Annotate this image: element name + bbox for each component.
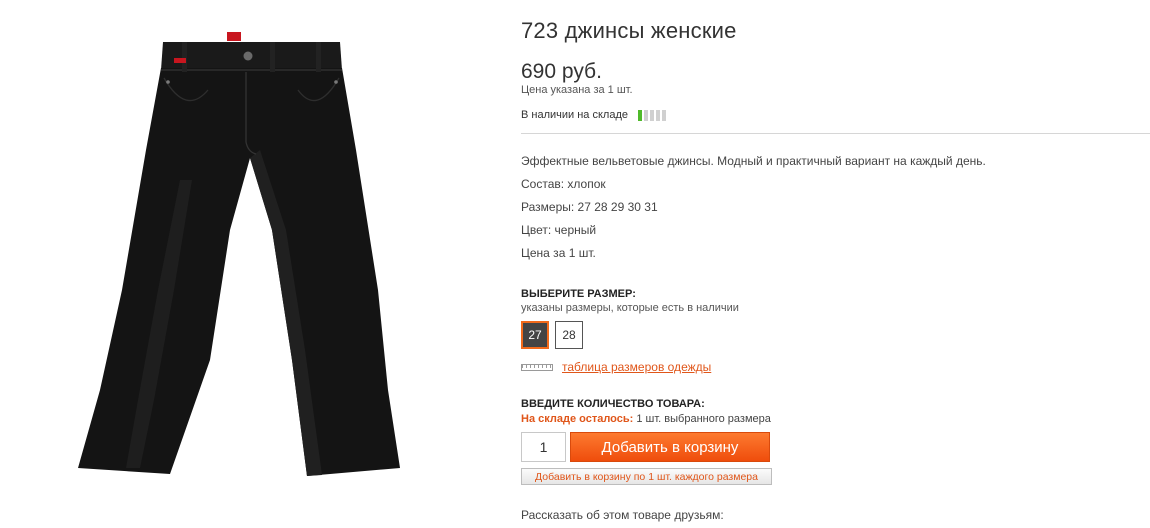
size-option-28[interactable]: 28 bbox=[555, 321, 583, 349]
description-line: Размеры: 27 28 29 30 31 bbox=[521, 200, 658, 214]
quantity-input[interactable] bbox=[521, 432, 566, 462]
description-line: Цвет: черный bbox=[521, 223, 597, 237]
size-chart: таблица размеров одежды bbox=[521, 360, 711, 374]
stock-bar-segment bbox=[637, 109, 642, 121]
size-option-27[interactable]: 27 bbox=[521, 321, 549, 349]
product-image bbox=[78, 32, 400, 476]
size-options: 27 28 bbox=[521, 321, 583, 349]
description-line: Цена за 1 шт. bbox=[521, 246, 596, 260]
stock-left: На складе осталось: 1 шт. выбранного раз… bbox=[521, 413, 771, 425]
stock-bar-segment bbox=[643, 109, 648, 121]
stock-bar-segment bbox=[649, 109, 654, 121]
quantity-heading: ВВЕДИТЕ КОЛИЧЕСТВО ТОВАРА: bbox=[521, 398, 705, 410]
stock-left-label: На складе осталось: bbox=[521, 413, 634, 425]
jeans-image bbox=[78, 32, 400, 476]
stock-bar-segment bbox=[655, 109, 660, 121]
description-line: Эффектные вельветовые джинсы. Модный и п… bbox=[521, 154, 986, 168]
product-title: 723 джинсы женские bbox=[521, 18, 737, 43]
size-chart-link[interactable]: таблица размеров одежды bbox=[562, 360, 711, 374]
divider bbox=[521, 133, 1150, 134]
stock-bar-segment bbox=[661, 109, 666, 121]
stock-level-bars bbox=[637, 109, 666, 121]
share-label: Рассказать об этом товаре друзьям: bbox=[521, 508, 724, 522]
size-subtext: указаны размеры, которые есть в наличии bbox=[521, 302, 739, 314]
price-note: Цена указана за 1 шт. bbox=[521, 84, 633, 96]
description-line: Состав: хлопок bbox=[521, 177, 606, 191]
product-price: 690 руб. bbox=[521, 60, 602, 83]
add-each-size-button[interactable]: Добавить в корзину по 1 шт. каждого разм… bbox=[521, 468, 772, 485]
size-heading: ВЫБЕРИТЕ РАЗМЕР: bbox=[521, 288, 636, 300]
stock-label: В наличии на складе bbox=[521, 109, 628, 121]
stock-indicator: В наличии на складе bbox=[521, 109, 666, 121]
ruler-icon bbox=[521, 363, 553, 371]
add-to-cart-button[interactable]: Добавить в корзину bbox=[570, 432, 770, 462]
stock-left-value: 1 шт. выбранного размера bbox=[636, 413, 771, 425]
